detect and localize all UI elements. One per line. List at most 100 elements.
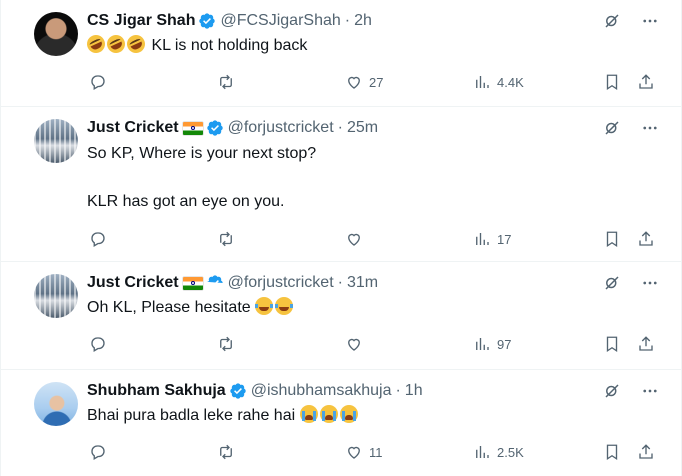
- repost-icon: [220, 444, 232, 460]
- loudly-crying-emoji-icon: [299, 405, 318, 423]
- author-handle[interactable]: @ishubhamsakhuja: [251, 382, 392, 400]
- verified-badge-icon: [206, 120, 223, 136]
- tweet-body: Bhai pura badla leke rahe hai: [87, 407, 296, 424]
- author-name[interactable]: CS Jigar Shah: [87, 12, 195, 30]
- repost-button[interactable]: [217, 73, 241, 91]
- author-handle[interactable]: @FCSJigarShah: [220, 12, 340, 30]
- bookmark-button[interactable]: [603, 335, 621, 353]
- views-button[interactable]: 2.5K: [473, 443, 524, 461]
- tears-of-joy-emoji-icon: [275, 297, 294, 315]
- author-handle[interactable]: @forjustcricket: [228, 274, 334, 292]
- share-button[interactable]: [637, 230, 655, 248]
- repost-icon: [220, 231, 232, 247]
- bookmark-icon: [606, 444, 618, 461]
- india-flag-icon: [182, 121, 203, 135]
- share-icon: [639, 231, 653, 246]
- like-button[interactable]: [345, 230, 369, 248]
- tweet-body: KL is not holding back: [151, 37, 308, 54]
- tweet-header: Just Cricket @forjustcricket · 31m: [87, 272, 665, 294]
- more-icon[interactable]: [641, 274, 659, 292]
- heart-icon: [348, 446, 360, 459]
- avatar[interactable]: [34, 119, 78, 163]
- tweet-actions: 11 2.5K: [87, 433, 665, 471]
- more-icon[interactable]: [641, 119, 659, 137]
- reply-icon: [91, 445, 105, 460]
- grok-icon[interactable]: [603, 12, 621, 30]
- tweet-header: Shubham Sakhuja @ishubhamsakhuja · 1h: [87, 380, 665, 402]
- separator: ·: [344, 12, 351, 29]
- india-flag-icon: [182, 276, 203, 290]
- tweet-top-actions: [603, 12, 659, 30]
- tears-of-joy-emoji-icon: [255, 297, 274, 315]
- author-name[interactable]: Shubham Sakhuja: [87, 382, 226, 400]
- like-button[interactable]: 27: [345, 73, 383, 91]
- like-count: 11: [369, 444, 383, 460]
- separator: ·: [337, 119, 343, 136]
- tweet-body: So KP, Where is your next stop? KLR has …: [87, 145, 317, 210]
- repost-button[interactable]: [217, 443, 241, 461]
- like-button[interactable]: 11: [345, 443, 383, 461]
- reply-button[interactable]: [89, 443, 113, 461]
- tweet-actions: 27 4.4K: [87, 63, 665, 101]
- view-count: 2.5K: [497, 444, 524, 460]
- grok-icon[interactable]: [603, 382, 621, 400]
- share-button[interactable]: [637, 73, 655, 91]
- share-button[interactable]: [637, 335, 655, 353]
- author-handle[interactable]: @forjustcricket: [228, 119, 334, 137]
- views-chart-icon: [476, 233, 489, 245]
- heart-icon: [348, 76, 360, 89]
- tweet-top-actions: [603, 274, 659, 292]
- author-name[interactable]: Just Cricket: [87, 274, 179, 292]
- bookmark-button[interactable]: [603, 73, 621, 91]
- tweet-header: CS Jigar Shah @FCSJigarShah · 2h: [87, 10, 665, 32]
- reply-button[interactable]: [89, 73, 113, 91]
- view-count: 17: [497, 231, 512, 247]
- reply-icon: [91, 232, 105, 247]
- repost-button[interactable]: [217, 335, 241, 353]
- avatar[interactable]: [34, 382, 78, 426]
- timestamp[interactable]: 2h: [354, 12, 372, 30]
- bookmark-button[interactable]: [603, 443, 621, 461]
- bookmark-button[interactable]: [603, 230, 621, 248]
- loudly-crying-emoji-icon: [319, 405, 338, 423]
- tweet[interactable]: CS Jigar Shah @FCSJigarShah · 2h KL is n…: [1, 0, 681, 107]
- like-button[interactable]: [345, 335, 369, 353]
- share-button[interactable]: [637, 443, 655, 461]
- tweet[interactable]: Just Cricket @forjustcricket · 31m Oh KL…: [1, 262, 681, 370]
- reply-button[interactable]: [89, 230, 113, 248]
- reply-button[interactable]: [89, 335, 113, 353]
- views-button[interactable]: 4.4K: [473, 73, 524, 91]
- reply-icon: [91, 75, 105, 90]
- avatar[interactable]: [34, 274, 78, 318]
- share-icon: [639, 444, 653, 459]
- tweet[interactable]: Just Cricket @forjustcricket · 25m So KP…: [1, 107, 681, 262]
- repost-button[interactable]: [217, 230, 241, 248]
- grok-icon[interactable]: [603, 274, 621, 292]
- repost-icon: [220, 74, 232, 90]
- author-name[interactable]: Just Cricket: [87, 119, 179, 137]
- bookmark-icon: [606, 74, 618, 91]
- views-chart-icon: [476, 446, 489, 458]
- tweet-text: Oh KL, Please hesitate: [87, 297, 665, 319]
- timestamp[interactable]: 31m: [347, 274, 378, 292]
- views-chart-icon: [476, 76, 489, 88]
- tweet-text: KL is not holding back: [84, 32, 665, 57]
- grok-icon[interactable]: [603, 119, 621, 137]
- more-icon[interactable]: [641, 12, 659, 30]
- views-button[interactable]: 17: [473, 230, 511, 248]
- views-button[interactable]: 97: [473, 335, 511, 353]
- repost-icon: [220, 336, 232, 352]
- timestamp[interactable]: 25m: [347, 119, 378, 137]
- avatar[interactable]: [34, 12, 78, 56]
- tweet-header: Just Cricket @forjustcricket · 25m: [87, 117, 665, 139]
- bookmark-icon: [606, 231, 618, 248]
- separator: ·: [337, 274, 343, 291]
- timestamp[interactable]: 1h: [405, 382, 423, 400]
- views-chart-icon: [476, 338, 489, 350]
- tweet[interactable]: Shubham Sakhuja @ishubhamsakhuja · 1h Bh…: [1, 370, 681, 476]
- verified-badge-icon: [199, 13, 216, 29]
- verified-badge-icon: [206, 275, 223, 287]
- heart-icon: [348, 233, 360, 246]
- view-count: 4.4K: [497, 74, 524, 90]
- more-icon[interactable]: [641, 382, 659, 400]
